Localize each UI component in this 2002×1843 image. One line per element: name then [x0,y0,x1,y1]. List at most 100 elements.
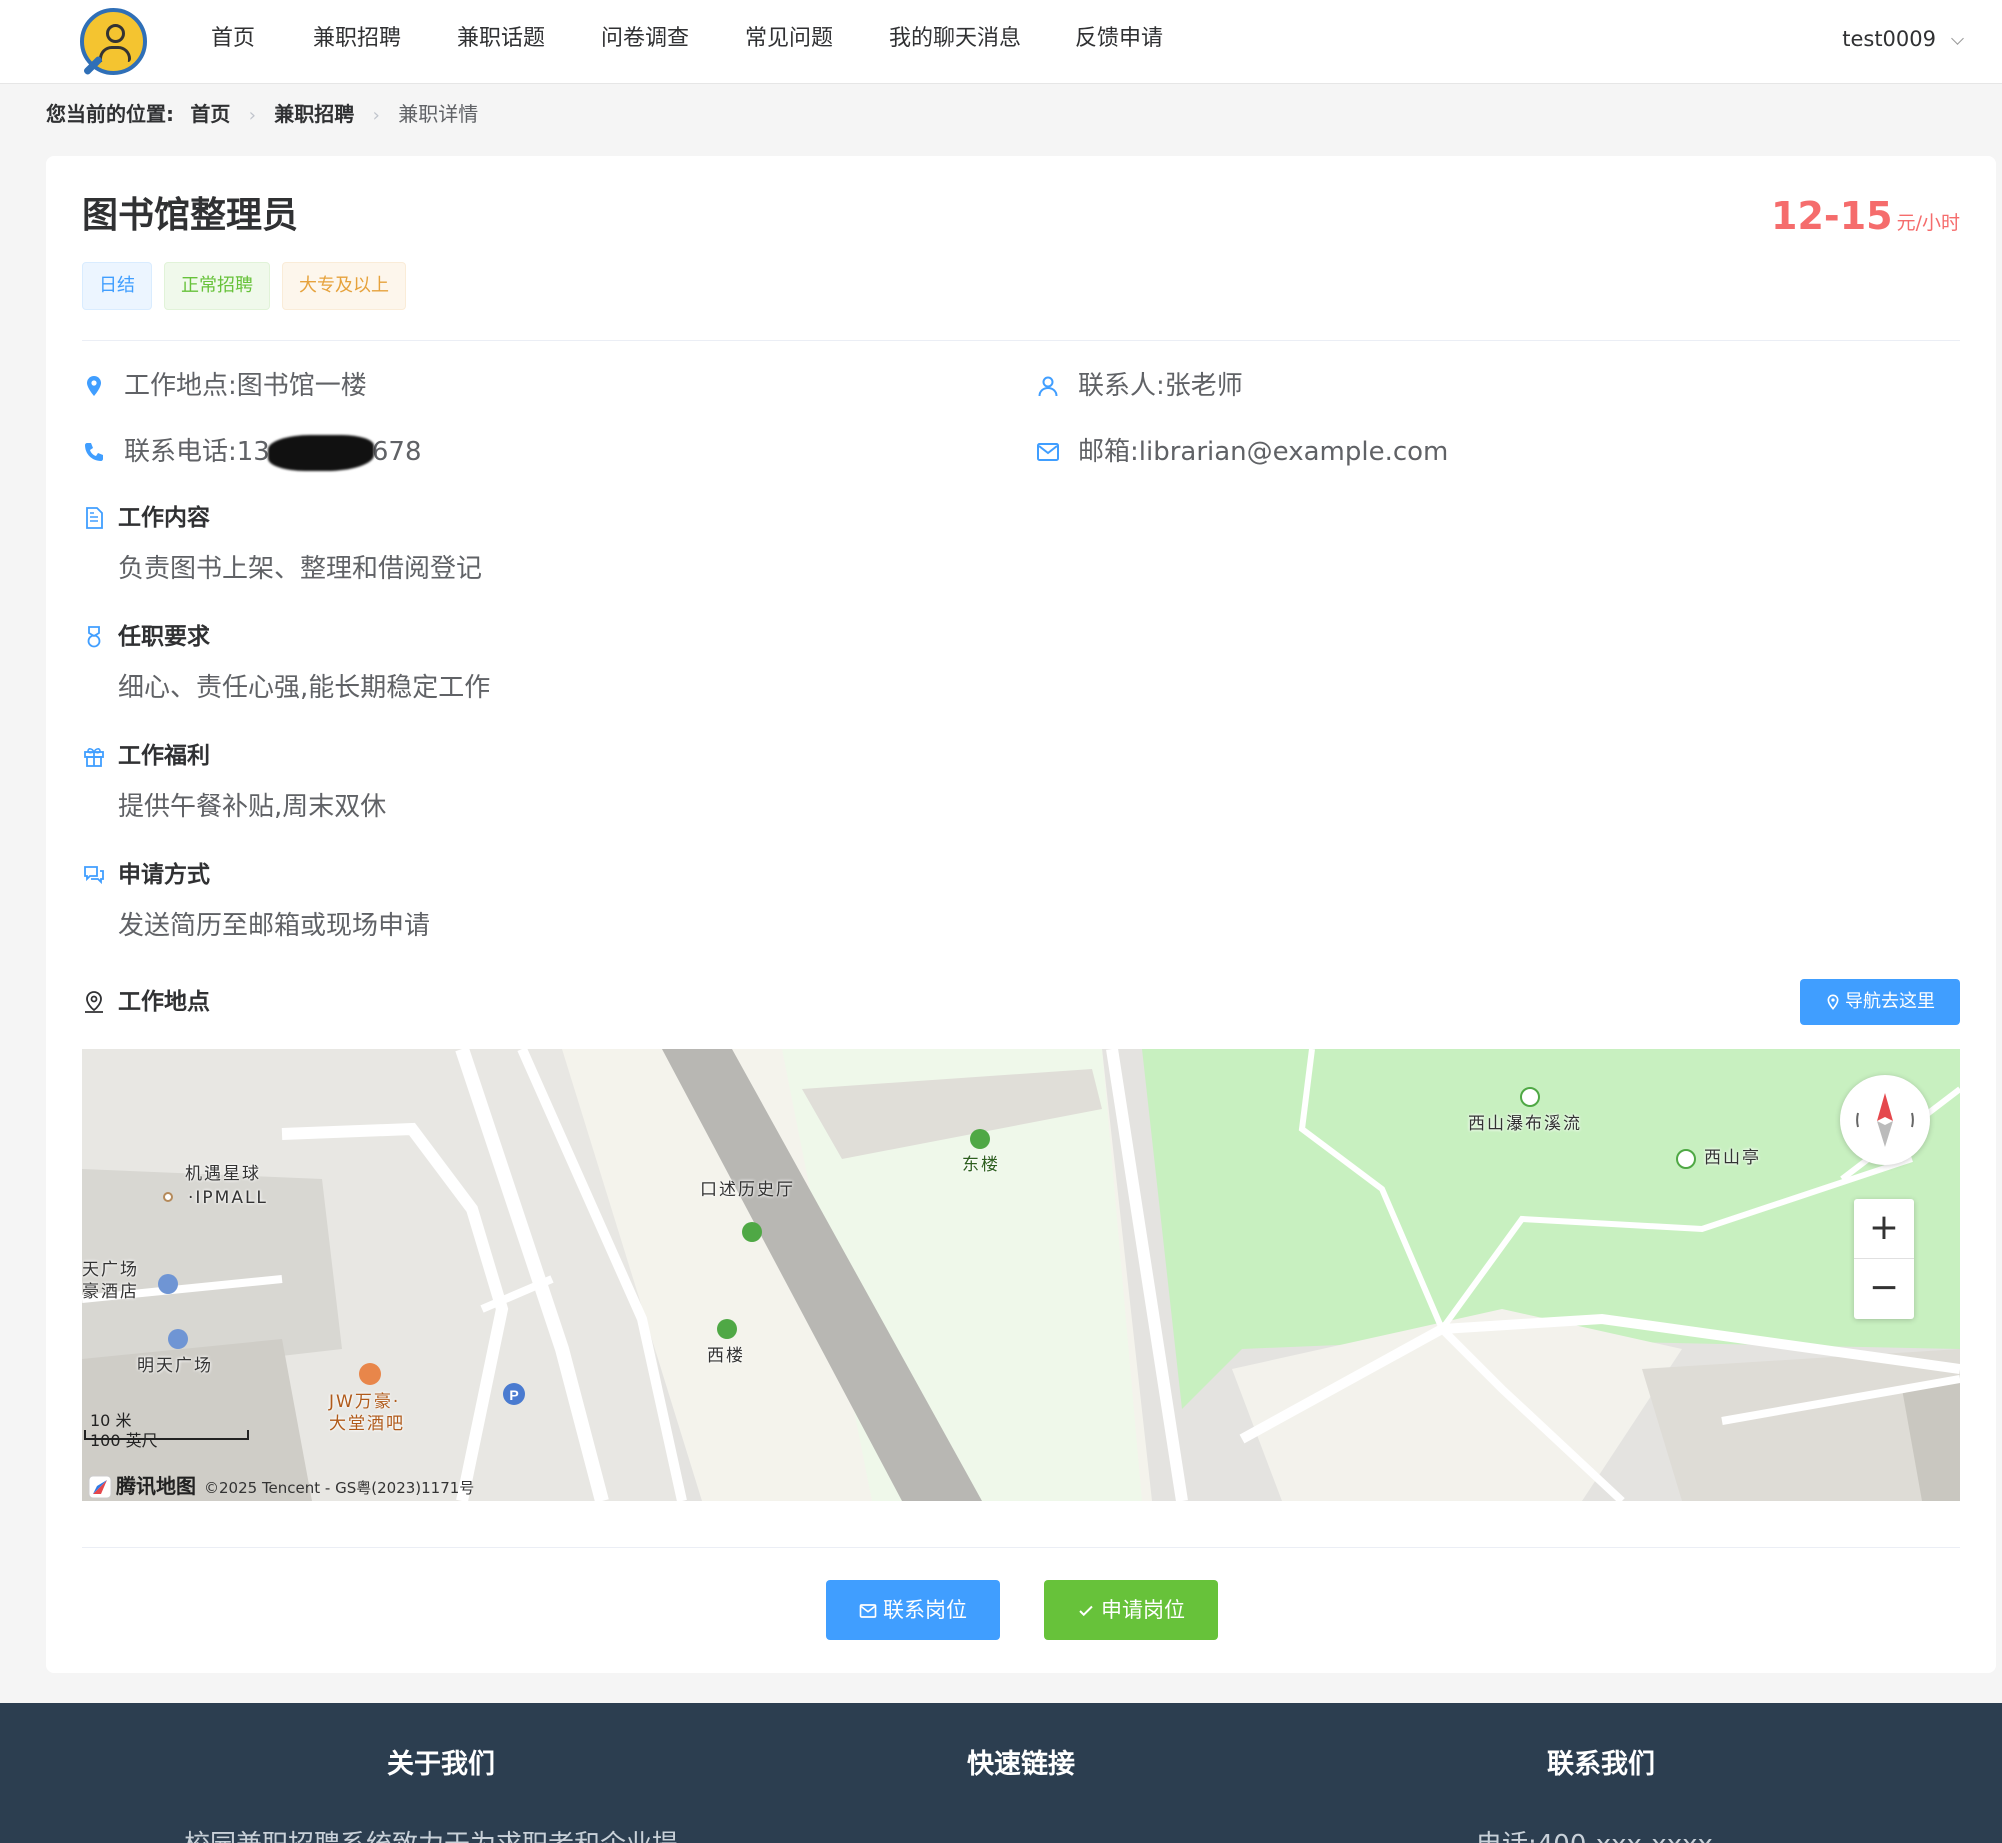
medal-icon [87,626,101,648]
location-pin-icon [1827,994,1839,1010]
salary-unit: 元/小时 [1896,212,1960,234]
work-location-label: 工作地点: [124,371,237,401]
apply-job-label: 申请岗位 [1101,1598,1185,1622]
salary: 12-15 元/小时 [1771,192,1960,248]
map-attribution: 腾讯地图 ©2025 Tencent - GS粤(2023)1171号 [88,1473,474,1499]
document-icon [86,507,103,529]
navigate-button-label: 导航去这里 [1845,991,1935,1012]
map-poi-label: 机遇星球 [185,1164,261,1184]
section-heading: 工作地点 [118,989,210,1015]
footer-links-heading: 快速链接 [967,1749,1075,1780]
user-icon [1038,376,1058,397]
apply-job-button[interactable]: 申请岗位 [1044,1580,1218,1640]
nav-item-survey[interactable]: 问卷调查 [601,24,689,54]
svg-text:P: P [509,1387,518,1403]
footer-about-text: 校园兼职招聘系统致力于为求职者和企业提 [184,1827,678,1843]
map-view[interactable]: P 东楼 口述历史厅 西楼 机遇星球 ·IPMALL 天广场 豪酒店 明天广场 … [82,1049,1960,1501]
zoom-out-button[interactable]: − [1854,1259,1914,1319]
section-body: 负责图书上架、整理和借阅登记 [118,554,483,584]
nav-item-jobs[interactable]: 兼职招聘 [313,24,401,54]
nav-item-faq[interactable]: 常见问题 [745,24,833,54]
scale-bar [84,1430,249,1440]
breadcrumb-jobs[interactable]: 兼职招聘 [274,99,354,129]
map-copyright: ©2025 Tencent - GS粤(2023)1171号 [204,1479,475,1497]
contact-person-value: 张老师 [1164,371,1243,401]
map-poi-label: JW万豪· [329,1392,401,1412]
contact-person: 联系人:张老师 [1078,368,1243,404]
map-poi-label: 口述历史厅 [700,1180,795,1200]
footer-contact-heading: 联系我们 [1547,1749,1655,1780]
map-poi-label: 西楼 [707,1346,745,1366]
redaction-mark [267,434,374,471]
contact-phone: 联系电话:13 678 [124,434,422,471]
map-poi-label: 西山亭 [1704,1148,1761,1168]
breadcrumb-prefix: 您当前的位置: [46,102,174,126]
map-poi-label: 明天广场 [137,1356,213,1376]
scale-metric: 10 米 [90,1411,132,1430]
section-body: 发送简历至邮箱或现场申请 [118,911,431,941]
nav-item-home[interactable]: 首页 [211,24,255,54]
map-brand: 腾讯地图 [116,1474,196,1498]
site-logo[interactable] [80,8,147,76]
nav-item-feedback[interactable]: 反馈申请 [1075,24,1163,54]
divider [82,340,1960,341]
job-title: 图书馆整理员 [82,195,299,236]
section-body: 细心、责任心强,能长期稳定工作 [118,673,491,703]
map-poi-label: ·IPMALL [188,1188,268,1208]
nav-item-chat[interactable]: 我的聊天消息 [889,24,1021,54]
contact-phone-end: 678 [371,437,422,467]
nav-item-topics[interactable]: 兼职话题 [457,24,545,54]
zoom-control: + − [1854,1199,1914,1319]
contact-email-label: 邮箱: [1078,437,1139,467]
footer-about-heading: 关于我们 [387,1749,495,1780]
breadcrumb-current: 兼职详情 [398,102,479,126]
mail-icon [1037,443,1059,461]
user-menu[interactable]: test0009 [1842,24,1964,54]
section-heading: 任职要求 [118,624,210,650]
map-poi-label: 天广场 [82,1260,139,1280]
map-poi-label: 豪酒店 [82,1282,139,1302]
compass-icon [1856,1093,1914,1147]
mail-icon [859,1604,877,1618]
tag-settlement: 日结 [82,262,152,310]
tag-education: 大专及以上 [282,262,406,310]
breadcrumb-home[interactable]: 首页 [190,99,230,129]
section-heading: 工作内容 [118,505,210,531]
location-pin-icon [87,376,101,396]
zoom-in-button[interactable]: + [1854,1199,1914,1259]
map-poi-label: 大堂酒吧 [329,1414,405,1434]
check-icon [1079,1605,1093,1617]
job-detail-card: 图书馆整理员 12-15 元/小时 日结 正常招聘 大专及以上 工作地点:图书馆一… [46,156,1996,1673]
contact-person-label: 联系人: [1078,371,1165,401]
section-heading: 工作福利 [118,743,210,769]
contact-job-button[interactable]: 联系岗位 [826,1580,1000,1640]
tencent-map-logo-icon [88,1475,112,1499]
footer-phone-text: 电话:400-xxx-xxxx [1476,1827,1713,1843]
breadcrumb: 您当前的位置: 首页 › 兼职招聘 › 兼职详情 [46,99,478,129]
map-poi-label: 西山瀑布溪流 [1468,1114,1582,1134]
contact-phone-start: 13 [236,437,270,467]
work-location-value: 图书馆一楼 [236,371,367,401]
breadcrumb-separator-icon: › [248,105,256,126]
username: test0009 [1842,27,1936,51]
contact-phone-label: 联系电话: [124,437,237,467]
contact-job-label: 联系岗位 [883,1598,967,1622]
map-pin-outline-icon [85,991,103,1013]
compass-control[interactable] [1840,1075,1930,1165]
breadcrumb-separator-icon: › [372,105,380,126]
gift-icon [84,748,104,767]
top-navbar: 首页 兼职招聘 兼职话题 问卷调查 常见问题 我的聊天消息 反馈申请 test0… [0,0,2002,84]
chevron-down-icon [1951,32,1964,45]
section-heading: 申请方式 [118,862,210,888]
contact-email: 邮箱:librarian@example.com [1078,434,1448,470]
phone-icon [85,443,103,461]
navigate-button[interactable]: 导航去这里 [1800,979,1960,1025]
divider [82,1547,1960,1548]
section-body: 提供午餐补贴,周末双休 [118,792,387,822]
contact-email-value: librarian@example.com [1138,437,1449,467]
salary-range: 12-15 [1771,194,1893,238]
chat-bubbles-icon [84,866,104,885]
tag-status: 正常招聘 [164,262,270,310]
footer: 关于我们 快速链接 联系我们 校园兼职招聘系统致力于为求职者和企业提 电话:40… [0,1703,2002,1843]
work-location: 工作地点:图书馆一楼 [124,368,367,404]
